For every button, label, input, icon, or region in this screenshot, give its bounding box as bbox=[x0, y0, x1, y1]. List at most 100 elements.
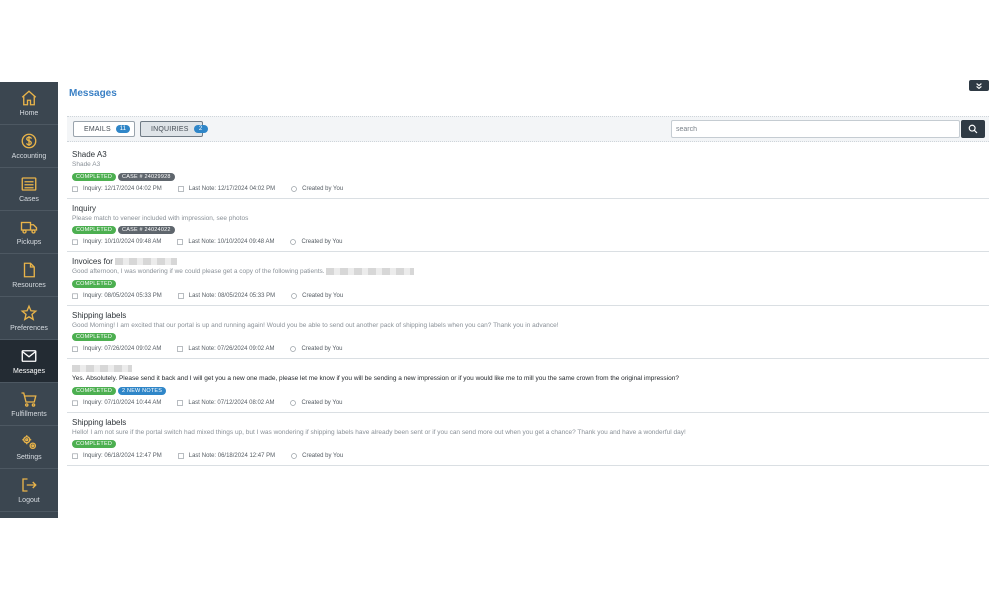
double-chevron-icon bbox=[976, 82, 982, 89]
sidebar-item-label: Settings bbox=[16, 453, 42, 461]
calendar-icon bbox=[72, 292, 78, 299]
inquiry-date: Inquiry: 12/17/2024 04:02 PM bbox=[83, 185, 162, 192]
inquiry-date: Inquiry: 08/05/2024 05:33 PM bbox=[83, 292, 162, 299]
sidebar: Home Accounting Cases Pickups Resources … bbox=[0, 82, 58, 518]
star-icon bbox=[20, 304, 38, 322]
sidebar-item-label: Fulfillments bbox=[11, 410, 47, 418]
calendar-icon bbox=[72, 239, 78, 245]
messages-toolbar: EMAILS 11 INQUIRIES 2 bbox=[67, 116, 989, 142]
inquiry-date: Inquiry: 07/26/2024 09:02 AM bbox=[83, 346, 162, 352]
inquiry-date: Inquiry: 07/10/2024 10:44 AM bbox=[83, 399, 162, 406]
message-item[interactable]: Inquiry Please match to veneer included … bbox=[67, 199, 989, 252]
last-note-date: Last Note: 07/26/2024 09:02 AM bbox=[188, 346, 275, 352]
message-title: Shipping labels bbox=[72, 310, 127, 320]
message-item[interactable]: Shipping labels Good Morning! I am excit… bbox=[67, 306, 989, 359]
redacted-text bbox=[326, 267, 415, 275]
message-preview: Good Morning! I am excited that our port… bbox=[72, 321, 559, 329]
tab-emails[interactable]: EMAILS 11 bbox=[73, 121, 135, 137]
case-badge[interactable]: CASE # 24029928 bbox=[118, 172, 175, 181]
sidebar-item-label: Logout bbox=[18, 496, 40, 504]
redacted-text bbox=[72, 365, 132, 373]
status-badge: COMPLETED bbox=[72, 279, 117, 288]
created-by: Created by You bbox=[302, 453, 344, 459]
created-by: Created by You bbox=[301, 239, 343, 245]
sidebar-item-label: Resources bbox=[12, 281, 46, 289]
user-icon bbox=[291, 292, 297, 299]
message-title: Shipping labels bbox=[72, 417, 127, 427]
created-by: Created by You bbox=[301, 399, 343, 406]
sidebar-item-label: Messages bbox=[13, 367, 45, 375]
sidebar-item-fulfillments[interactable]: Fulfillments bbox=[0, 383, 58, 426]
note-icon bbox=[177, 185, 184, 192]
last-note-date: Last Note: 10/10/2024 09:48 AM bbox=[188, 239, 275, 245]
created-by: Created by You bbox=[301, 346, 343, 352]
page-title: Messages bbox=[69, 88, 117, 99]
message-item[interactable]: Invoices for Good afternoon, I was wonde… bbox=[67, 252, 989, 306]
sidebar-item-messages[interactable]: Messages bbox=[0, 340, 58, 383]
message-item[interactable]: Shade A3 Shade A3 COMPLETED CASE # 24029… bbox=[67, 145, 989, 199]
sidebar-item-settings[interactable]: Settings bbox=[0, 426, 58, 469]
sidebar-item-pickups[interactable]: Pickups bbox=[0, 211, 58, 254]
tab-label: EMAILS bbox=[84, 125, 111, 133]
search-input[interactable] bbox=[671, 120, 960, 138]
last-note-date: Last Note: 12/17/2024 04:02 PM bbox=[188, 185, 276, 192]
message-title bbox=[72, 364, 989, 374]
sidebar-item-label: Cases bbox=[19, 195, 39, 203]
inquiry-date: Inquiry: 06/18/2024 12:47 PM bbox=[83, 453, 162, 459]
logout-icon bbox=[20, 476, 38, 494]
message-list: Shade A3 Shade A3 COMPLETED CASE # 24029… bbox=[67, 145, 989, 466]
note-icon bbox=[177, 399, 184, 406]
message-title: Invoices for bbox=[72, 257, 113, 266]
calendar-icon bbox=[72, 346, 78, 352]
message-item[interactable]: Shipping labels Hello! I am not sure if … bbox=[67, 413, 989, 466]
created-by: Created by You bbox=[302, 185, 344, 192]
note-icon bbox=[177, 453, 184, 459]
collapse-button[interactable] bbox=[969, 80, 989, 91]
last-note-date: Last Note: 06/18/2024 12:47 PM bbox=[188, 453, 276, 459]
message-item[interactable]: Yes. Absolutely. Please send it back and… bbox=[67, 359, 989, 413]
message-preview: Please match to veneer included with imp… bbox=[72, 214, 249, 222]
list-icon bbox=[20, 175, 38, 193]
sidebar-item-logout[interactable]: Logout bbox=[0, 469, 58, 512]
note-icon bbox=[177, 239, 184, 245]
inquiry-date: Inquiry: 10/10/2024 09:48 AM bbox=[83, 239, 162, 245]
cart-icon bbox=[20, 390, 38, 408]
note-icon bbox=[177, 292, 184, 299]
new-notes-badge[interactable]: 2 NEW NOTES bbox=[118, 386, 167, 395]
tab-inquiries[interactable]: INQUIRIES 2 bbox=[140, 121, 208, 137]
status-badge: COMPLETED bbox=[72, 440, 117, 448]
last-note-date: Last Note: 07/12/2024 08:02 AM bbox=[188, 399, 275, 406]
truck-icon bbox=[20, 218, 38, 236]
sidebar-item-label: Pickups bbox=[16, 238, 42, 246]
tab-label: INQUIRIES bbox=[151, 125, 189, 133]
home-icon bbox=[20, 89, 38, 107]
sidebar-item-label: Home bbox=[19, 109, 39, 117]
created-by: Created by You bbox=[302, 292, 344, 299]
sidebar-item-home[interactable]: Home bbox=[0, 82, 58, 125]
message-preview: Hello! I am not sure if the portal switc… bbox=[72, 428, 686, 436]
envelope-icon bbox=[20, 347, 38, 365]
search-icon bbox=[968, 124, 978, 134]
last-note-date: Last Note: 08/05/2024 05:33 PM bbox=[188, 292, 276, 299]
user-icon bbox=[290, 399, 297, 406]
user-icon bbox=[291, 453, 297, 459]
sidebar-item-preferences[interactable]: Preferences bbox=[0, 297, 58, 340]
status-badge: COMPLETED bbox=[72, 333, 117, 341]
status-badge: COMPLETED bbox=[72, 226, 117, 234]
user-icon bbox=[291, 185, 297, 192]
case-badge[interactable]: CASE # 24024022 bbox=[118, 226, 175, 234]
message-preview: Yes. Absolutely. Please send it back and… bbox=[72, 375, 679, 382]
search-button[interactable] bbox=[961, 120, 985, 138]
message-preview: Good afternoon, I was wondering if we co… bbox=[72, 268, 325, 275]
gears-icon bbox=[20, 433, 38, 451]
sidebar-item-cases[interactable]: Cases bbox=[0, 168, 58, 211]
sidebar-item-label: Accounting bbox=[11, 152, 47, 160]
calendar-icon bbox=[72, 185, 78, 192]
count-badge: 2 bbox=[193, 125, 208, 133]
message-title: Inquiry bbox=[72, 203, 97, 213]
status-badge: COMPLETED bbox=[72, 172, 117, 181]
note-icon bbox=[177, 346, 184, 352]
sidebar-item-resources[interactable]: Resources bbox=[0, 254, 58, 297]
status-badge: COMPLETED bbox=[72, 386, 117, 395]
sidebar-item-accounting[interactable]: Accounting bbox=[0, 125, 58, 168]
